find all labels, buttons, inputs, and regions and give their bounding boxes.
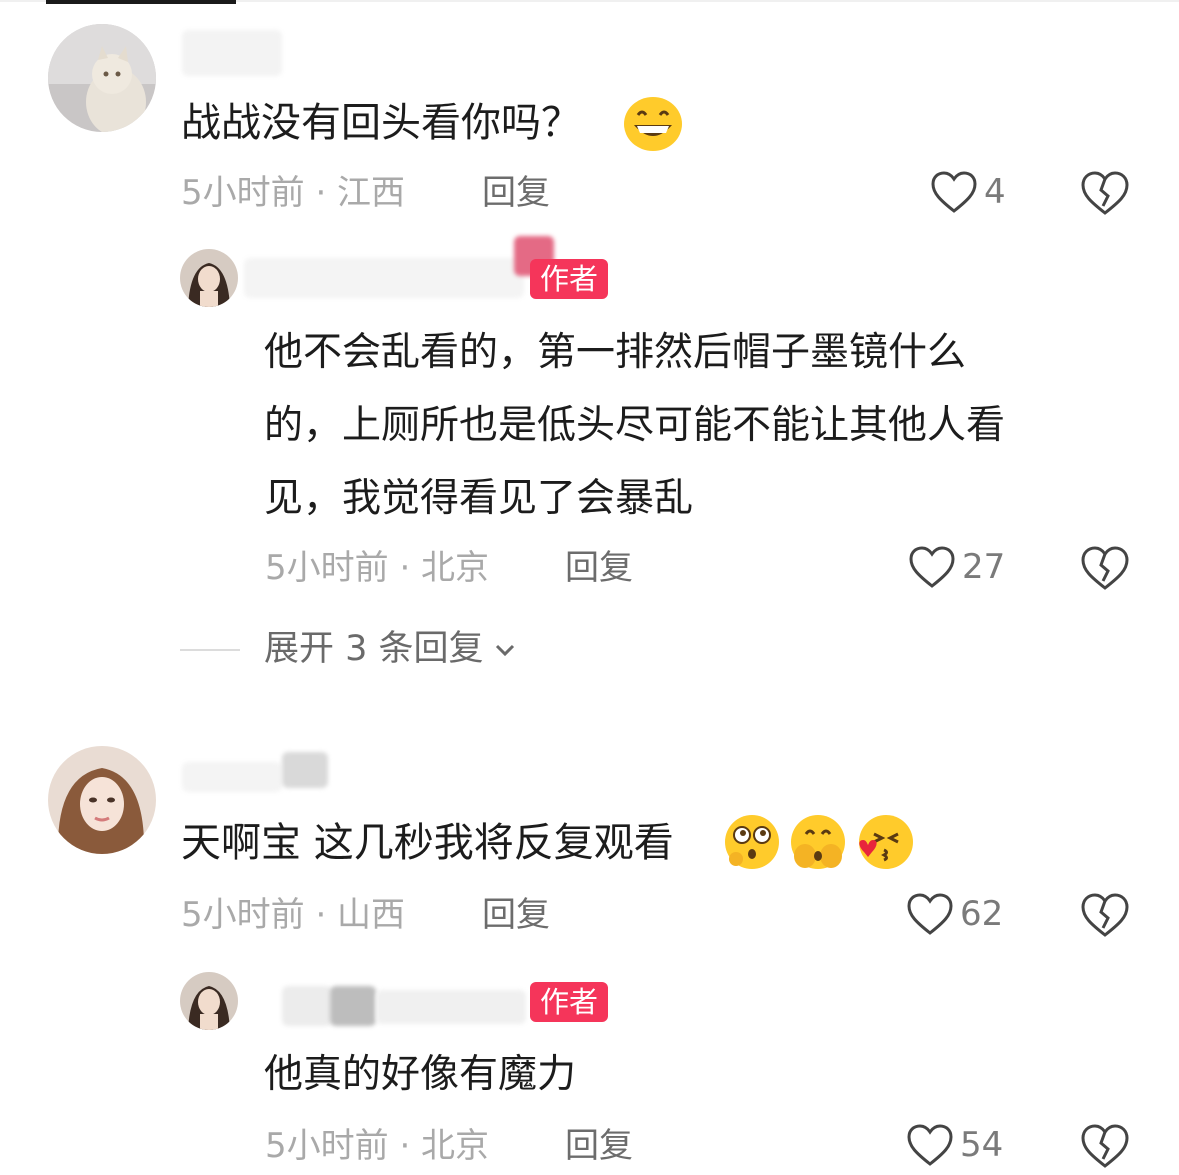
reply-button[interactable]: 回复 <box>565 1129 633 1163</box>
thinking-eyes-emoji <box>722 812 782 872</box>
username-redacted <box>244 258 524 298</box>
username-redacted <box>182 762 282 792</box>
username-redacted <box>330 986 376 1026</box>
like-button[interactable]: 54 <box>906 1123 1003 1167</box>
comment-list: 战战没有回头看你吗？ 5小时前 · 江西 回复 4 作者 他不会乱看的，第一排然… <box>0 0 1179 1175</box>
like-button[interactable]: 4 <box>930 170 1006 214</box>
kissing-heart-emoji <box>854 812 916 872</box>
tab-indicator <box>46 0 236 4</box>
like-count: 27 <box>962 547 1006 587</box>
reply-meta: 5小时前 · 北京 <box>265 1126 490 1166</box>
broken-heart-icon <box>1081 171 1129 215</box>
dislike-button[interactable] <box>1080 1123 1130 1169</box>
comment-text: 战战没有回头看你吗？ <box>181 100 581 146</box>
dislike-button[interactable] <box>1080 170 1130 216</box>
heart-outline-icon <box>931 171 977 213</box>
reply-meta: 5小时前 · 北京 <box>265 548 490 588</box>
reply-button[interactable]: 回复 <box>482 176 550 210</box>
reply-text: 他不会乱看的，第一排然后帽子墨镜什么 的，上厕所也是低头尽可能不能让其他人看 见… <box>264 330 1006 521</box>
expand-replies-label: 展开 3 条回复 <box>264 629 484 669</box>
avatar[interactable] <box>180 249 238 307</box>
chevron-down-icon <box>495 644 514 656</box>
grinning-face-emoji <box>622 95 684 153</box>
reply-text: 他真的好像有魔力 <box>264 1052 577 1097</box>
heart-outline-icon <box>909 546 955 588</box>
like-button[interactable]: 27 <box>908 545 1005 589</box>
expand-replies-button[interactable]: 展开 3 条回复 <box>180 632 518 667</box>
broken-heart-icon <box>1081 893 1129 937</box>
comment-text: 天啊宝 这几秒我将反复观看 <box>181 820 674 866</box>
avatar[interactable] <box>48 24 156 132</box>
dislike-button[interactable] <box>1080 892 1130 938</box>
broken-heart-icon <box>1081 1124 1129 1168</box>
author-badge: 作者 <box>530 259 609 299</box>
divider <box>180 648 240 651</box>
comment-meta: 5小时前 · 江西 <box>181 173 406 213</box>
face-covering-emoji <box>788 812 848 872</box>
username-redacted <box>376 990 526 1024</box>
reply-button[interactable]: 回复 <box>565 551 633 585</box>
username-redacted <box>182 30 282 76</box>
avatar[interactable] <box>48 746 156 854</box>
broken-heart-icon <box>1081 546 1129 590</box>
like-count: 54 <box>960 1125 1004 1165</box>
heart-outline-icon <box>907 893 953 935</box>
username-redacted <box>282 986 332 1026</box>
username-redacted <box>282 752 328 788</box>
avatar[interactable] <box>180 972 238 1030</box>
author-badge: 作者 <box>530 982 609 1022</box>
like-count: 62 <box>960 894 1004 934</box>
dislike-button[interactable] <box>1080 545 1130 591</box>
like-count: 4 <box>984 172 1006 212</box>
reply-button[interactable]: 回复 <box>482 898 550 932</box>
heart-outline-icon <box>907 1124 953 1166</box>
comment-meta: 5小时前 · 山西 <box>181 895 406 935</box>
like-button[interactable]: 62 <box>906 892 1003 936</box>
